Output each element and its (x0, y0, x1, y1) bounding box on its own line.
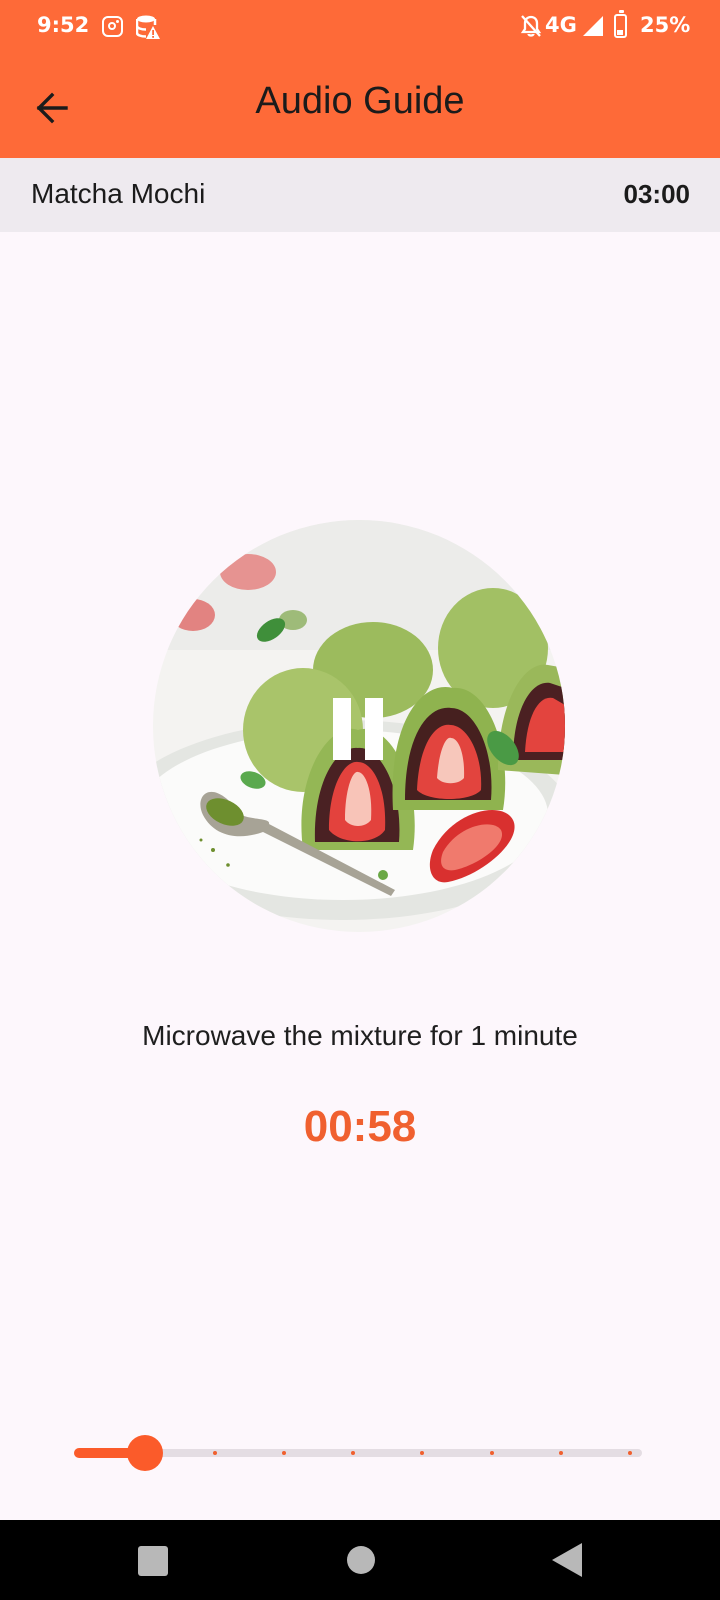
step-progress-slider[interactable] (74, 1433, 646, 1473)
recipe-name: Matcha Mochi (31, 178, 206, 209)
step-instruction: Microwave the mixture for 1 minute (142, 1020, 578, 1051)
network-type: 4G (545, 13, 577, 37)
recents-icon[interactable] (138, 1546, 168, 1576)
slider-step-dot (213, 1451, 217, 1455)
pause-icon[interactable] (333, 698, 389, 760)
battery-level: 25% (640, 13, 691, 37)
battery-icon (614, 10, 627, 38)
slider-step-dot (628, 1451, 632, 1455)
home-icon[interactable] (347, 1546, 375, 1574)
slider-thumb[interactable] (127, 1435, 163, 1471)
status-bar: 9:52 4G 25% (0, 0, 720, 54)
slider-step-dot (351, 1451, 355, 1455)
app-bar: Audio Guide (0, 54, 720, 158)
slider-step-dot (420, 1451, 424, 1455)
signal-icon (583, 16, 603, 36)
database-warning-icon (136, 15, 160, 39)
step-timer: 00:58 (303, 1102, 417, 1151)
slider-step-dot (282, 1451, 286, 1455)
bell-off-icon (520, 15, 542, 37)
back-icon[interactable] (550, 1543, 582, 1577)
slider-step-dot (559, 1451, 563, 1455)
instagram-icon (102, 16, 123, 37)
recipe-header: Matcha Mochi 03:00 (0, 158, 720, 232)
status-time: 9:52 (37, 13, 90, 37)
slider-step-dot (490, 1451, 494, 1455)
recipe-duration: 03:00 (623, 179, 691, 209)
page-title: Audio Guide (255, 80, 465, 122)
